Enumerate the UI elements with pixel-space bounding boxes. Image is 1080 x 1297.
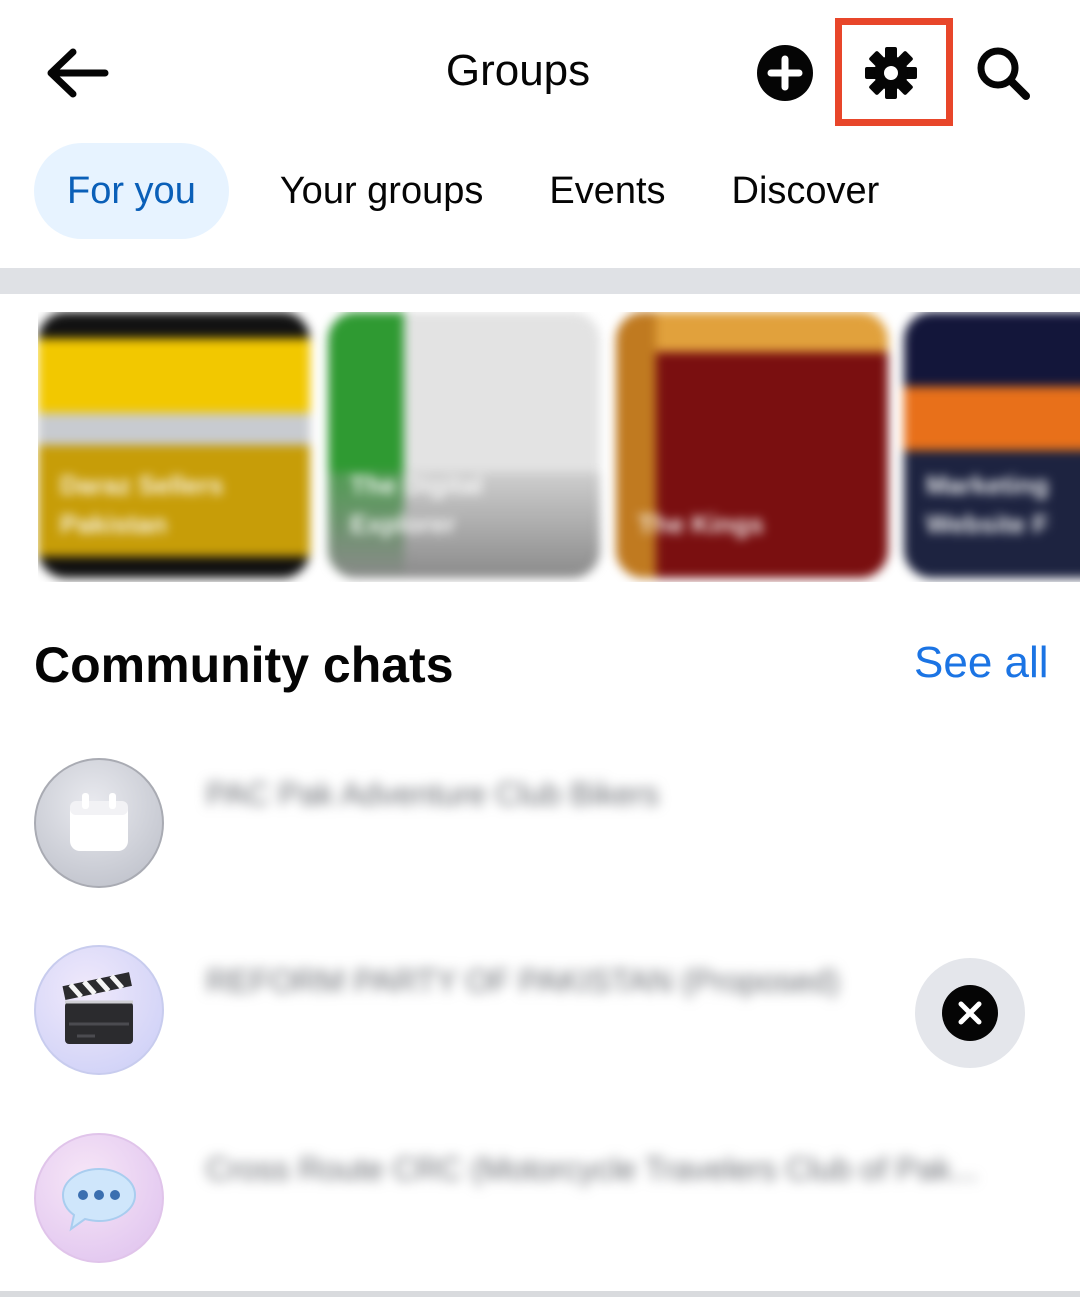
group-card[interactable]: Marketing Website F [904, 312, 1080, 578]
group-card-label: The Digital Explorer [350, 470, 483, 539]
chat-avatar [34, 1133, 164, 1263]
tab-events[interactable]: Events [516, 143, 698, 239]
top-app-bar: Groups [0, 0, 1080, 140]
community-chat-item[interactable]: Cross Route CRC (Motorcycle Travelers Cl… [34, 1133, 1044, 1265]
clapperboard-icon [62, 972, 133, 1044]
group-cards-carousel[interactable]: Daraz Sellers Pakistan The Digital Explo… [38, 312, 1080, 582]
chat-avatar [34, 758, 164, 888]
tab-for-you[interactable]: For you [34, 143, 229, 239]
close-icon [942, 985, 998, 1041]
create-group-button[interactable] [748, 36, 822, 110]
plus-circle-icon [757, 45, 813, 101]
group-card[interactable]: The Digital Explorer [328, 312, 600, 578]
tab-your-groups[interactable]: Your groups [247, 143, 517, 239]
group-card[interactable]: Daraz Sellers Pakistan [38, 312, 310, 578]
chat-avatar [34, 945, 164, 1075]
chat-name: PAC Pak Adventure Club Bikers [206, 776, 659, 812]
group-card-label: The Kings [638, 509, 764, 539]
chat-name: REFORM PARTY OF PAKISTAN (Proposed) [206, 963, 840, 999]
community-chat-item[interactable]: REFORM PARTY OF PAKISTAN (Proposed) [34, 945, 1044, 1077]
calendar-icon [70, 793, 128, 851]
group-card[interactable]: The Kings [616, 312, 888, 578]
bottom-divider [0, 1291, 1080, 1297]
group-card-label: Daraz Sellers Pakistan [60, 470, 224, 539]
tab-discover[interactable]: Discover [699, 143, 913, 239]
see-all-link[interactable]: See all [914, 638, 1049, 688]
community-chats-heading: Community chats [34, 637, 454, 693]
search-button[interactable] [966, 36, 1040, 110]
search-icon [977, 47, 1030, 100]
tab-bar: For you Your groups Events Discover [34, 143, 912, 239]
chat-name: Cross Route CRC (Motorcycle Travelers Cl… [206, 1151, 978, 1187]
section-divider [0, 268, 1080, 294]
community-chat-item[interactable]: PAC Pak Adventure Club Bikers [34, 758, 1044, 890]
settings-highlight-box [835, 18, 953, 126]
dismiss-button[interactable] [915, 958, 1025, 1068]
group-card-label: Marketing Website F [926, 470, 1049, 539]
speech-bubble-icon [61, 1167, 137, 1232]
